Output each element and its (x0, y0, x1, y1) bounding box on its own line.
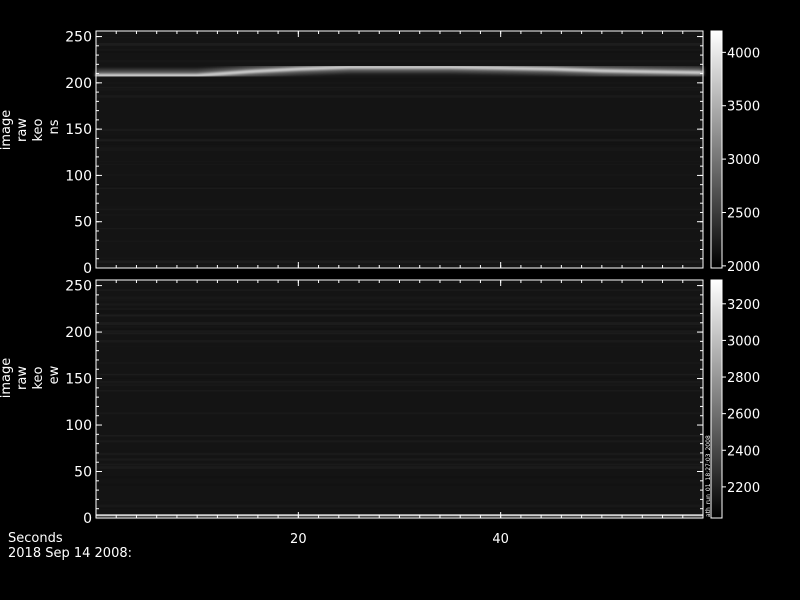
texture-stripe (96, 296, 703, 298)
texture-stripe (96, 148, 703, 152)
texture-stripe (96, 88, 703, 91)
y-axis-label: image (0, 358, 14, 399)
texture-stripe (96, 163, 703, 166)
texture-stripe (96, 382, 703, 386)
y-tick-label: 150 (65, 372, 92, 388)
texture-stripe (96, 322, 703, 326)
texture-stripe (96, 42, 703, 46)
y-tick-label: 100 (65, 418, 92, 434)
texture-stripe (96, 190, 703, 192)
texture-stripe (96, 307, 703, 311)
colorbar-tick-label: 2000 (727, 260, 760, 275)
colorbar-tick-label: 4000 (727, 46, 760, 61)
x-tick-label: 20 (290, 532, 307, 547)
texture-stripe (96, 50, 703, 53)
y-tick-label: 250 (65, 279, 92, 295)
colorbar-tick-label: 3000 (727, 334, 760, 349)
ew-keogram-panel: 0 50 100 150 200 250 20 40 image raw keo ew 2200 2400… (0, 279, 760, 547)
texture-stripe (96, 314, 703, 317)
texture-stripe (96, 147, 703, 149)
y-axis-label: keo (31, 118, 46, 141)
texture-stripe (96, 466, 703, 469)
texture-stripe (96, 452, 703, 456)
texture-stripe (96, 345, 703, 348)
texture-stripe (96, 434, 703, 437)
colorbar-tick-label: 2400 (727, 444, 760, 459)
y-axis-label: image (0, 110, 14, 151)
texture-stripe (96, 332, 703, 335)
texture-stripe (96, 303, 703, 306)
texture-stripe (96, 463, 703, 466)
texture-stripe (96, 205, 703, 209)
date-label: 2018 Sep 14 2008: (8, 546, 132, 561)
y-axis-label: ew (47, 365, 62, 384)
y-tick-label: 50 (74, 215, 92, 231)
texture-stripe (96, 483, 703, 486)
texture-stripe (96, 139, 703, 142)
colorbar (710, 30, 723, 269)
texture-stripe (96, 328, 703, 331)
texture-stripe (96, 412, 703, 415)
side-run-label: ath_run_01_18:27:03_2008 (705, 435, 712, 517)
texture-stripe (96, 326, 703, 328)
y-tick-label: 150 (65, 122, 92, 138)
texture-stripe (96, 173, 703, 177)
colorbar (710, 279, 723, 519)
texture-stripe (96, 340, 703, 343)
texture-stripe (96, 185, 703, 188)
texture-stripe (96, 298, 703, 302)
y-tick-label: 0 (83, 261, 92, 277)
colorbar-tick-label: 2500 (727, 206, 760, 221)
texture-stripe (96, 59, 703, 63)
texture-stripe (96, 240, 703, 243)
texture-stripe (96, 373, 703, 376)
texture-stripe (96, 377, 703, 379)
y-axis-label: keo (31, 366, 46, 389)
keogram-figure: 050100150200250image raw keo ns200025003000… (0, 30, 760, 547)
y-tick-label: 100 (65, 168, 92, 184)
ns-keogram-panel: 0 50 100 150 200 250 image raw keo ns 2000 2500 3000… (0, 30, 760, 277)
texture-stripe (96, 504, 703, 508)
texture-stripe (96, 142, 703, 145)
texture-stripe (96, 389, 703, 392)
texture-stripe (96, 310, 703, 314)
texture-stripe (96, 160, 703, 162)
y-axis-label: raw (15, 366, 30, 390)
colorbar-tick-label: 3200 (727, 298, 760, 313)
colorbar-tick-label: 2200 (727, 481, 760, 496)
texture-stripe (96, 87, 703, 89)
texture-stripe (96, 243, 703, 245)
x-axis-label: Seconds (8, 531, 63, 546)
texture-stripe (96, 214, 703, 216)
y-tick-label: 250 (65, 30, 92, 46)
texture-stripe (96, 440, 703, 443)
colorbar-tick-label: 3500 (727, 100, 760, 115)
texture-stripe (96, 187, 703, 189)
texture-stripe (96, 476, 703, 479)
texture-stripe (96, 260, 703, 264)
y-axis-label: raw (15, 118, 30, 142)
texture-stripe (96, 501, 703, 505)
y-tick-label: 50 (74, 465, 92, 481)
texture-stripe (96, 135, 703, 139)
x-tick-label: 40 (492, 532, 509, 547)
texture-stripe (96, 257, 703, 260)
texture-stripe (96, 458, 703, 461)
texture-stripe (96, 330, 703, 333)
colorbar-tick-label: 2600 (727, 408, 760, 423)
texture-stripe (96, 95, 703, 98)
colorbar-tick-label: 2800 (727, 371, 760, 386)
y-tick-label: 200 (65, 325, 92, 341)
y-axis-label: ns (47, 119, 62, 134)
texture-stripe (96, 507, 703, 509)
texture-stripe (96, 36, 703, 39)
y-tick-label: 0 (83, 511, 92, 527)
texture-stripe (96, 361, 703, 365)
texture-stripe (96, 128, 703, 132)
colorbar-tick-label: 3000 (727, 153, 760, 168)
texture-stripe (96, 81, 703, 85)
y-tick-label: 200 (65, 76, 92, 92)
texture-stripe (96, 227, 703, 230)
